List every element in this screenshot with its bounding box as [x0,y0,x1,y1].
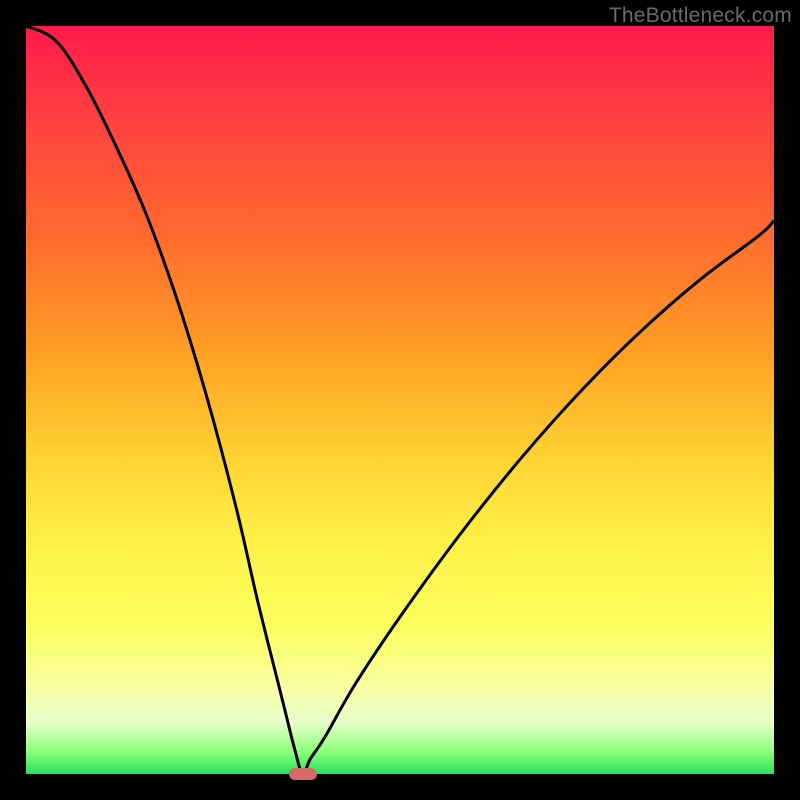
optimal-marker [289,768,317,780]
watermark-text: TheBottleneck.com [609,4,792,28]
chart-frame: TheBottleneck.com [0,0,800,800]
bottleneck-curve [26,26,774,774]
curve-path [26,26,774,774]
chart-plot-area [26,26,774,774]
